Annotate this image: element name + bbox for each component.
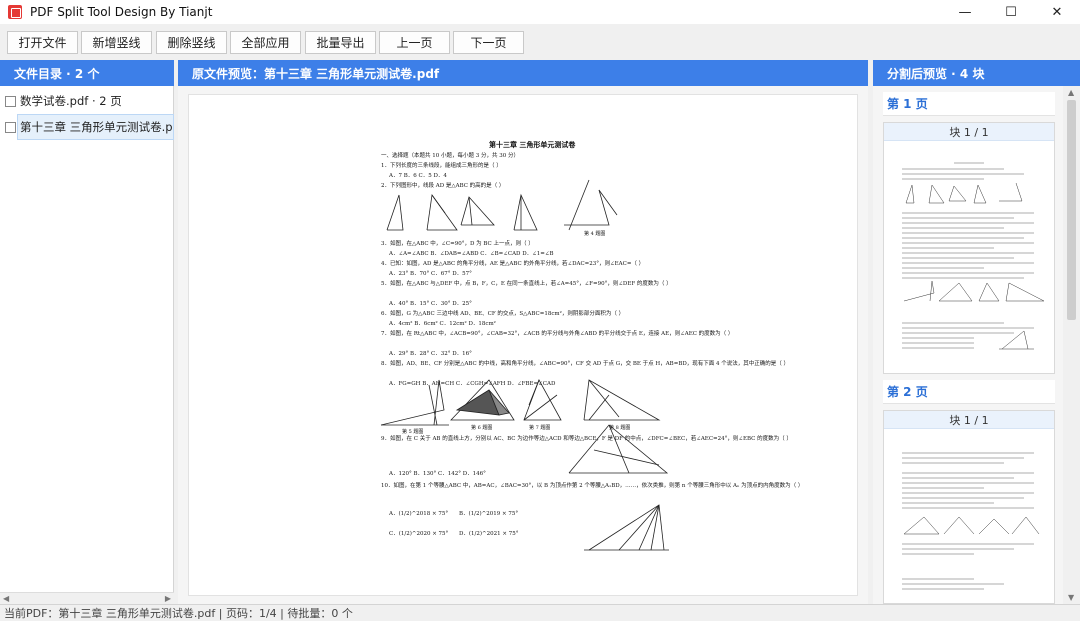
page-content: 第十三章 三角形单元测试卷 一、选择题（本题共 10 小题，每小题 3 分，共 … [380,140,803,551]
block-thumbnail [902,452,1040,590]
scrollbar-thumb[interactable] [1067,100,1076,320]
maximize-button[interactable]: ☐ [988,0,1034,24]
file-list-panel: 数学试卷.pdf · 2 页 第十三章 三角形单元测试卷.pdf · 4 [0,86,174,604]
question-text: 4．已知：如图，AD 是△ABC 的角平分线，AE 是△ABC 的外角平分线，若… [381,259,644,267]
arrow-left-icon[interactable]: ◀ [3,594,9,603]
file-checkbox[interactable] [5,122,16,133]
thumbnail-lines [902,162,1034,349]
doc-title: 第十三章 三角形单元测试卷 [489,140,576,149]
title-bar: PDF Split Tool Design By Tianjt — ☐ ✕ [0,0,1080,24]
minimize-button[interactable]: — [942,0,988,24]
question-text: 6．如图，G 为△ABC 三边中线 AD、BE、CF 的交点，S△ABC=18c… [381,309,624,317]
question-option: A．(1/2)^2018 × 75° [388,510,448,517]
file-item[interactable]: 数学试卷.pdf · 2 页 [0,88,174,114]
question-text: 7．如图，在 Rt△ABC 中，∠ACB=90°，∠CAB=32°，∠ACB 的… [381,329,733,337]
delete-line-button[interactable]: 删除竖线 [156,31,227,54]
next-page-button[interactable]: 下一页 [453,31,524,54]
question-option: C．(1/2)^2020 × 75° [389,530,449,537]
file-item-selected[interactable]: 第十三章 三角形单元测试卷.pdf · 4 [17,114,174,140]
question-options: A．∠A=∠ABC B．∠DAB=∠ABD C．∠B=∠CAD D．∠1=∠B [388,251,554,257]
arrow-right-icon[interactable]: ▶ [165,594,171,603]
section-title: 一、选择题（本题共 10 小题，每小题 3 分，共 30 分） [381,151,519,159]
file-item-label: 第十三章 三角形单元测试卷.pdf · 4 [20,120,174,134]
question-option: D．(1/2)^2021 × 75° [459,530,519,537]
figure-caption: 第 5 题图 [402,428,423,435]
question-options: A．120° B．130° C．142° D．146° [388,471,486,477]
open-file-button[interactable]: 打开文件 [7,31,78,54]
add-line-button[interactable]: 新增竖线 [81,31,152,54]
question-text: 9．如图，在 C 关于 AB 的直线上方，分别以 AC、BC 为边作等边△ACD… [381,434,792,442]
file-item-label: 数学试卷.pdf · 2 页 [20,94,122,108]
thumbnail-lines [902,452,1034,590]
block-thumbnail [902,162,1045,350]
block-card[interactable]: 块 1 / 1 [883,122,1055,374]
window-title: PDF Split Tool Design By Tianjt [30,5,213,19]
figure-caption: 第 4 题图 [584,230,605,237]
close-button[interactable]: ✕ [1034,0,1080,24]
question-options: A．29° B．28° C．32° D．16° [388,351,472,357]
q9-figure [568,424,669,474]
q10-figure [584,504,669,551]
question-text: 10．如图，在第 1 个等腰△ABC 中，AB=AC，∠BAC=30°，以 B … [381,481,803,489]
status-bar: 当前PDF：第十三章 三角形单元测试卷.pdf | 页码：1/4 | 待批量：0… [0,604,1080,621]
split-preview-header: 分割后预览 · 4 块 [873,60,1080,86]
pdf-icon [8,5,22,19]
thumbnail-figures [903,516,1040,535]
question-text: 8．如图，AD、BE、CF 分别是△ABC 的中线，高和角平分线，∠ABC=90… [381,359,789,367]
window-controls: — ☐ ✕ [942,0,1080,24]
question-options: A．40° B．15° C．30° D．25° [388,301,472,307]
thumbnail-figures [903,182,1045,350]
file-list-hscrollbar[interactable]: ◀ ▶ [0,592,174,604]
arrow-up-icon[interactable]: ▲ [1068,88,1074,97]
question-text: 1．下列长度的三条线段，能组成三角形的是（ ） [381,161,502,169]
question-text: 3．如图，在△ABC 中，∠C=90°，D 为 BC 上一点，则（ ） [381,239,534,247]
prev-page-button[interactable]: 上一页 [379,31,450,54]
question-text: 5．如图，在△ABC 与△DEF 中，点 B，F，C，E 在同一条直线上，若∠A… [381,279,672,287]
question-option: B．(1/2)^2019 × 75° [459,510,518,517]
file-checkbox[interactable] [5,95,16,107]
page-preview[interactable]: 第十三章 三角形单元测试卷 一、选择题（本题共 10 小题，每小题 3 分，共 … [188,94,858,596]
toolbar: 打开文件 新增竖线 删除竖线 全部应用 批量导出 上一页 下一页 [0,24,1080,60]
split-preview-vscrollbar[interactable]: ▲ ▼ [1063,86,1080,604]
split-preview-panel: 第 1 页 块 1 / 1 第 2 页 块 1 / 1 [873,86,1063,604]
question-options: A．4cm² B．6cm² C．12cm² D．18cm² [388,320,496,327]
question-options: A．FG=GH B．AH=CH C．∠CGH=∠AFH D．∠FBE=∠CAD [388,381,556,387]
file-list-header: 文件目录 · 2 个 [0,60,174,86]
preview-header: 原文件预览：第十三章 三角形单元测试卷.pdf [178,60,868,86]
page-label: 第 1 页 [883,92,1055,116]
question-text: 2．下列图形中，线段 AD 是△ABC 的高的是（ ） [381,181,504,189]
apply-all-button[interactable]: 全部应用 [230,31,301,54]
preview-panel: 第十三章 三角形单元测试卷 一、选择题（本题共 10 小题，每小题 3 分，共 … [178,86,868,604]
block-title: 块 1 / 1 [884,123,1054,141]
question-options: A．7 B．6 C．5 D．4 [388,173,447,179]
block-title: 块 1 / 1 [884,411,1054,429]
question-options: A．23° B．70° C．67° D．57° [388,271,472,277]
batch-export-button[interactable]: 批量导出 [305,31,376,54]
arrow-down-icon[interactable]: ▼ [1068,593,1074,602]
page-label: 第 2 页 [883,380,1055,404]
figure-caption: 第 6 题图 [471,424,492,431]
figure-caption: 第 7 题图 [529,424,550,431]
block-card[interactable]: 块 1 / 1 [883,410,1055,604]
